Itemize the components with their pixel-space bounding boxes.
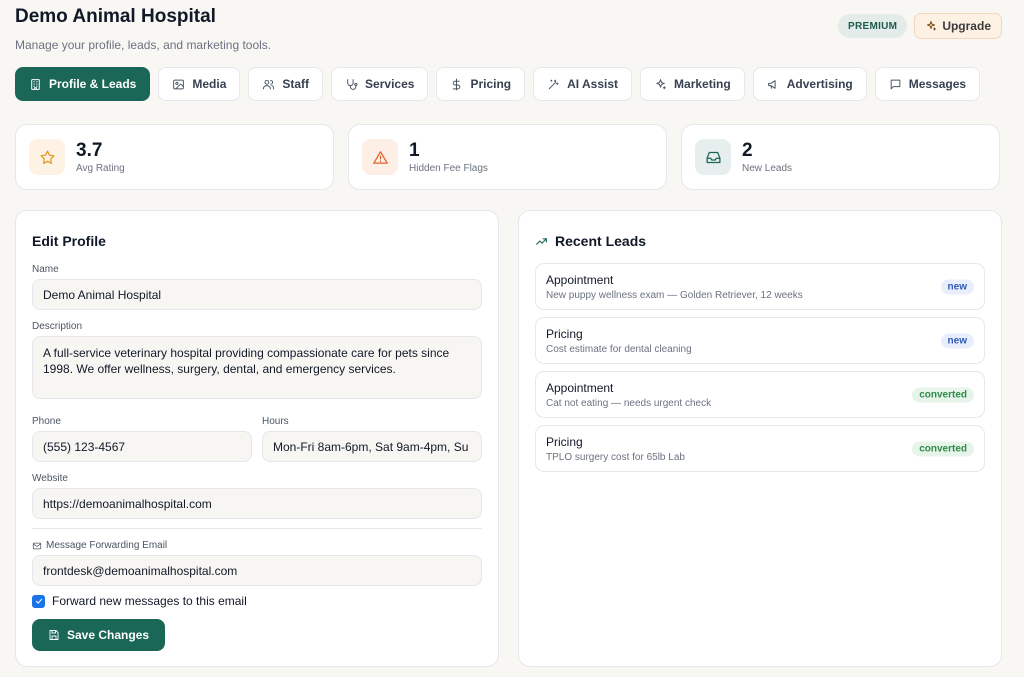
- page-header: Demo Animal Hospital Manage your profile…: [15, 6, 1002, 56]
- description-label: Description: [32, 321, 83, 332]
- tab-label: Media: [192, 77, 227, 91]
- lead-type: Appointment: [546, 380, 614, 395]
- stat-card-rating: 3.7 Avg Rating: [15, 124, 334, 190]
- stat-card-new-leads: 2 New Leads: [681, 124, 1000, 190]
- website-input[interactable]: https://demoanimalhospital.com: [32, 488, 482, 519]
- tab-label: Marketing: [674, 77, 731, 91]
- star-icon-wrap: [29, 139, 65, 175]
- check-icon: [35, 598, 42, 604]
- forwarding-email-input[interactable]: frontdesk@demoanimalhospital.com: [32, 555, 482, 586]
- tab-ai-assist[interactable]: AI Assist: [533, 67, 633, 101]
- inbox-icon: [705, 151, 721, 163]
- alert-icon: [372, 150, 388, 164]
- main-tabs: Profile & Leads Media Staff Services Pri…: [15, 67, 981, 101]
- lead-description: TPLO surgery cost for 65lb Lab: [546, 451, 685, 463]
- divider: [32, 528, 482, 529]
- trending-up-icon: [536, 237, 547, 245]
- description-textarea[interactable]: A full-service veterinary hospital provi…: [32, 336, 482, 399]
- forward-checkbox-row: Forward new messages to this email: [32, 594, 247, 608]
- image-icon: [173, 79, 185, 89]
- lead-description: New puppy wellness exam — Golden Retriev…: [546, 289, 803, 301]
- tab-advertising[interactable]: Advertising: [752, 67, 867, 101]
- lead-status-badge: new: [940, 333, 974, 348]
- leads-list: Appointment New puppy wellness exam — Go…: [535, 263, 985, 472]
- premium-badge: PREMIUM: [837, 14, 908, 38]
- edit-profile-title: Edit Profile: [32, 233, 106, 249]
- mail-icon: [32, 542, 42, 549]
- lead-description: Cat not eating — needs urgent check: [546, 397, 712, 409]
- tab-label: Advertising: [786, 77, 853, 91]
- lead-type: Pricing: [546, 326, 583, 341]
- stat-label: Avg Rating: [76, 162, 125, 174]
- tab-services[interactable]: Services: [331, 67, 429, 101]
- forward-checkbox[interactable]: [32, 594, 45, 608]
- email-label-text: Message Forwarding Email: [46, 540, 168, 551]
- stat-value: 1: [409, 139, 420, 161]
- tab-messages[interactable]: Messages: [874, 67, 981, 101]
- tab-marketing[interactable]: Marketing: [640, 67, 745, 101]
- stat-label: New Leads: [742, 162, 793, 174]
- tab-label: Services: [365, 77, 415, 91]
- sparkles-icon: [656, 78, 666, 89]
- users-icon: [263, 79, 275, 89]
- tab-label: Staff: [282, 77, 310, 91]
- tab-label: Messages: [908, 77, 967, 91]
- lead-item[interactable]: Appointment New puppy wellness exam — Go…: [535, 263, 985, 310]
- stat-label: Hidden Fee Flags: [409, 162, 488, 174]
- stat-card-hidden-fee-flags: 1 Hidden Fee Flags: [348, 124, 667, 190]
- recent-leads-title: Recent Leads: [535, 233, 985, 249]
- upgrade-button[interactable]: Upgrade: [914, 13, 1002, 39]
- save-changes-button[interactable]: Save Changes: [32, 619, 166, 651]
- lead-status-badge: converted: [912, 441, 974, 456]
- stat-value: 3.7: [76, 139, 103, 161]
- tab-media[interactable]: Media: [158, 67, 241, 101]
- lead-item[interactable]: Pricing Cost estimate for dental cleanin…: [535, 317, 985, 364]
- message-icon: [890, 79, 901, 89]
- recent-leads-card: Recent Leads Appointment New puppy welln…: [518, 210, 1002, 667]
- lead-status-badge: new: [940, 279, 974, 294]
- upgrade-label: Upgrade: [942, 19, 991, 33]
- phone-input[interactable]: (555) 123-4567: [32, 431, 252, 462]
- save-icon: [49, 630, 59, 640]
- tab-staff[interactable]: Staff: [248, 67, 324, 101]
- header-actions: PREMIUM Upgrade: [837, 13, 1002, 39]
- edit-profile-card: Edit Profile Name Demo Animal Hospital D…: [15, 210, 499, 667]
- name-label: Name: [32, 264, 59, 275]
- lead-type: Appointment: [546, 272, 614, 287]
- save-label: Save Changes: [67, 628, 150, 642]
- inbox-icon-wrap: [695, 139, 731, 175]
- lead-status-badge: converted: [912, 387, 974, 402]
- lead-item[interactable]: Appointment Cat not eating — needs urgen…: [535, 371, 985, 418]
- sparkles-icon: [927, 21, 937, 31]
- lead-description: Cost estimate for dental cleaning: [546, 343, 692, 355]
- stats-row: 3.7 Avg Rating 1 Hidden Fee Flags 2 New …: [15, 124, 1000, 190]
- phone-label: Phone: [32, 416, 61, 427]
- lead-type: Pricing: [546, 434, 583, 449]
- tab-pricing[interactable]: Pricing: [436, 67, 526, 101]
- recent-leads-title-text: Recent Leads: [555, 233, 647, 249]
- tab-label: Profile & Leads: [49, 77, 137, 91]
- tab-profile-leads[interactable]: Profile & Leads: [15, 67, 151, 101]
- stethoscope-icon: [347, 78, 358, 90]
- dollar-icon: [453, 78, 461, 90]
- tab-label: Pricing: [470, 77, 512, 91]
- lead-item[interactable]: Pricing TPLO surgery cost for 65lb Lab c…: [535, 425, 985, 472]
- alert-icon-wrap: [362, 139, 398, 175]
- name-input[interactable]: Demo Animal Hospital: [32, 279, 482, 310]
- stat-value: 2: [742, 139, 753, 161]
- forward-checkbox-label: Forward new messages to this email: [52, 594, 247, 608]
- email-label: Message Forwarding Email: [32, 540, 167, 551]
- hours-input[interactable]: Mon-Fri 8am-6pm, Sat 9am-4pm, Su: [262, 431, 482, 462]
- tab-label: AI Assist: [567, 77, 619, 91]
- hours-label: Hours: [262, 416, 289, 427]
- page-subtitle: Manage your profile, leads, and marketin…: [15, 38, 272, 52]
- wand-icon: [548, 79, 559, 89]
- star-icon: [39, 149, 55, 164]
- building-icon: [31, 78, 40, 90]
- megaphone-icon: [767, 79, 776, 89]
- website-label: Website: [32, 473, 68, 484]
